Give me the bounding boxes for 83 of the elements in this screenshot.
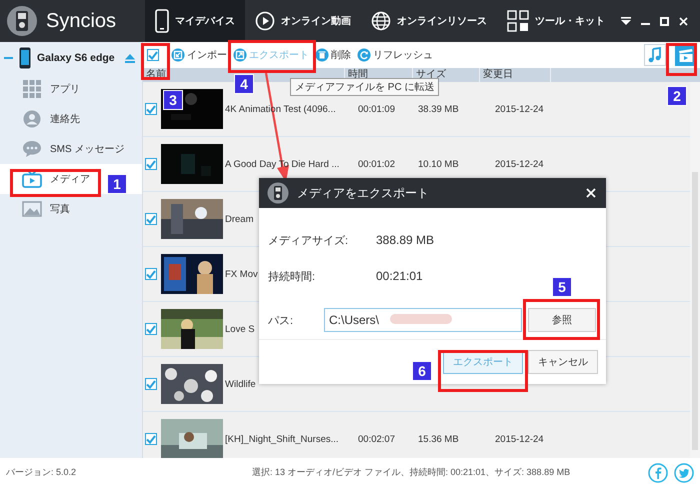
row-checkbox[interactable] — [145, 433, 157, 445]
file-name: Wildlife — [225, 378, 256, 390]
toolbar-button[interactable]: インポー — [171, 48, 227, 62]
row-checkbox[interactable] — [145, 268, 157, 280]
nav-tab[interactable]: オンラインリソース — [361, 0, 497, 42]
sidebar-item[interactable]: アプリ — [0, 74, 142, 104]
file-name: FX Mov — [225, 268, 258, 280]
row-checkbox[interactable] — [145, 213, 157, 225]
nav-tab[interactable]: オンライン動画 — [245, 0, 361, 42]
step-number: 5 — [552, 277, 572, 297]
nav-tab[interactable]: マイデバイス — [145, 0, 245, 42]
logo-icon — [6, 5, 38, 37]
toolbar-button[interactable]: 削除 — [315, 48, 351, 62]
highlight-frame — [141, 43, 170, 80]
facebook-icon[interactable] — [648, 462, 668, 482]
date-cell-text: 2015-12-24 — [495, 158, 545, 170]
size-cell-text: 38.39 MB — [418, 104, 460, 114]
row-checkbox[interactable] — [145, 103, 157, 115]
eject-icon[interactable] — [124, 54, 135, 62]
row-checkbox[interactable] — [145, 158, 157, 170]
redaction-mark — [390, 314, 452, 324]
row-checkbox[interactable] — [145, 323, 157, 335]
step-number: 3 — [163, 90, 183, 110]
file-name: [KH]_Night_Shift_Nurses... — [225, 434, 339, 444]
file-name: Dream — [225, 214, 254, 224]
twitter-icon[interactable] — [674, 462, 694, 482]
music-icon — [648, 47, 662, 63]
tv-icon — [22, 170, 42, 188]
column-header[interactable]: 変更日 — [480, 68, 551, 82]
selection-summary: 選択: 13 オーディオ/ビデオ ファイル、持続時間: 00:21:01、サイズ: 388.89 MB — [251, 466, 572, 479]
grid-icon — [507, 10, 529, 32]
dropdown-icon[interactable] — [621, 17, 631, 25]
photo-icon — [22, 201, 42, 217]
dialog-title: メディアをエクスポート — [297, 184, 430, 202]
path-label: パス: — [268, 314, 294, 328]
duration-cell-text: 00:01:02 — [358, 158, 396, 170]
row-checkbox[interactable] — [145, 378, 157, 390]
play-icon — [255, 11, 275, 31]
browse-button[interactable]: 参照 — [528, 308, 596, 332]
close-icon[interactable] — [586, 188, 596, 198]
tooltip: メディアファイルを PC に転送 — [290, 78, 440, 96]
field-label: 持続時間: — [268, 270, 316, 284]
trash-icon — [315, 48, 329, 62]
duration-cell-text: 00:02:07 — [358, 434, 396, 444]
sidebar-item[interactable]: SMS メッセージ — [0, 134, 142, 164]
refresh-icon — [357, 48, 371, 62]
highlight-frame — [666, 43, 697, 76]
device-name[interactable]: Galaxy S6 edge — [37, 52, 115, 64]
player-icon — [267, 182, 289, 204]
step-number: 4 — [234, 74, 254, 94]
close-icon[interactable] — [679, 16, 688, 26]
field-value: 00:21:01 — [376, 269, 423, 283]
view-toggle[interactable] — [644, 44, 666, 66]
duration-cell-text: 00:01:09 — [358, 104, 396, 114]
cancel-button[interactable]: キャンセル — [528, 350, 598, 374]
date-cell-text: 2015-12-24 — [495, 104, 545, 114]
sidebar-item[interactable]: 連絡先 — [0, 104, 142, 134]
person-icon — [23, 110, 41, 128]
chat-icon — [22, 140, 42, 158]
phone-icon — [155, 9, 169, 33]
globe-icon — [371, 11, 391, 31]
date-cell-text: 2015-12-24 — [495, 434, 545, 444]
field-label: メディアサイズ: — [268, 234, 350, 248]
step-number: 2 — [667, 86, 687, 106]
apps-icon — [23, 80, 41, 98]
clapper-icon — [678, 48, 694, 62]
file-name: Love S — [225, 324, 255, 334]
import-icon — [171, 48, 185, 62]
phone-icon — [19, 47, 31, 69]
size-cell-text: 10.10 MB — [418, 158, 460, 170]
toolbar-button[interactable]: リフレッシュ — [357, 48, 433, 62]
version-label: バージョン: 5.0.2 — [6, 466, 78, 479]
select-all-checkbox[interactable] — [147, 49, 159, 61]
export-icon — [233, 48, 247, 62]
sidebar-item[interactable]: 写真 — [0, 194, 142, 224]
app-name: Syncios — [46, 10, 116, 32]
size-cell-text: 15.36 MB — [418, 434, 460, 444]
step-number: 1 — [107, 174, 127, 194]
maximize-icon[interactable] — [660, 16, 669, 26]
step-number: 6 — [412, 361, 432, 381]
field-value: 388.89 MB — [376, 233, 434, 247]
nav-tab[interactable]: ツール・キット — [497, 0, 615, 42]
scrollbar[interactable] — [690, 82, 700, 458]
